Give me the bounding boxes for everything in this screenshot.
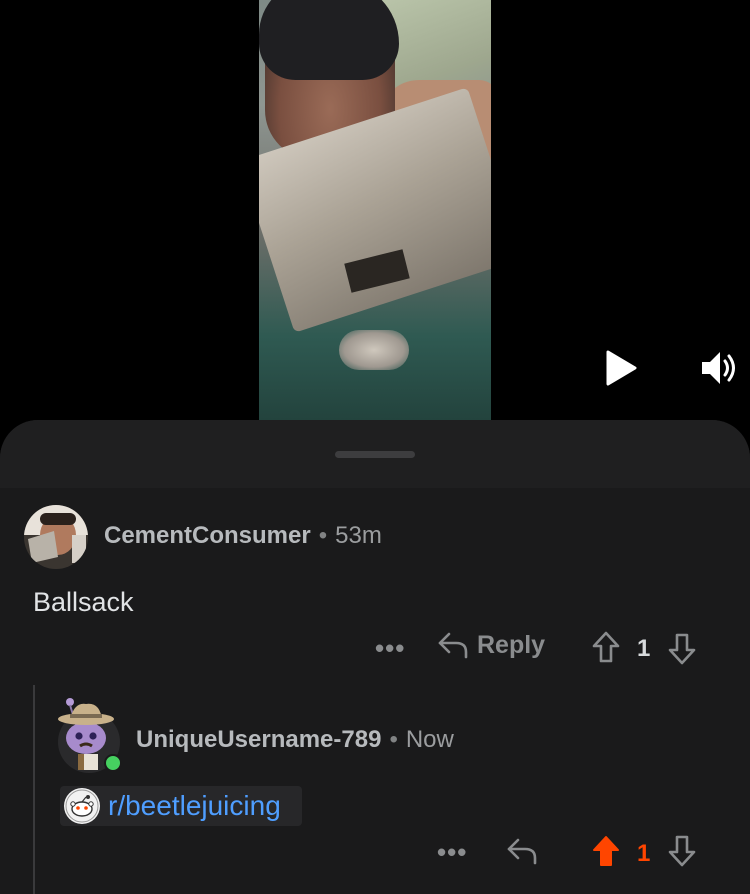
upvote-button[interactable] <box>591 630 621 664</box>
reply-arrow-icon <box>438 632 468 659</box>
video-debris <box>339 330 409 370</box>
comment-timestamp: Now <box>405 726 454 753</box>
more-options-button[interactable]: ••• <box>375 633 405 664</box>
downvote-arrow-icon <box>668 633 696 665</box>
comment-meta: UniqueUsername-789 • Now <box>136 726 454 754</box>
volume-button[interactable] <box>700 348 740 388</box>
comment-username[interactable]: CementConsumer <box>104 522 311 549</box>
upvote-arrow-icon-active <box>593 836 619 866</box>
downvote-arrow-icon <box>668 835 696 867</box>
volume-icon <box>702 352 735 384</box>
thread-line[interactable] <box>33 685 35 894</box>
reply-button[interactable] <box>506 836 538 866</box>
upvote-arrow-icon <box>592 631 620 663</box>
video-person-hair <box>259 0 399 80</box>
reddit-snoo-icon <box>64 788 100 824</box>
comment-timestamp: 53m <box>335 522 382 549</box>
vote-count: 1 <box>637 635 651 662</box>
comment-body: Ballsack <box>33 587 134 617</box>
vote-count: 1 <box>637 840 651 867</box>
reply-button[interactable]: Reply <box>437 630 545 660</box>
meta-separator: • <box>318 522 328 549</box>
reply-label: Reply <box>477 630 546 659</box>
subreddit-link-text[interactable]: r/beetlejuicing <box>108 790 281 822</box>
more-options-button[interactable]: ••• <box>437 837 467 868</box>
avatar[interactable] <box>56 696 122 774</box>
subreddit-link[interactable]: r/beetlejuicing <box>60 786 302 826</box>
comment-meta: CementConsumer • 53m <box>104 522 382 550</box>
online-status-badge <box>104 754 122 772</box>
play-button[interactable] <box>604 350 638 386</box>
play-icon <box>606 350 637 386</box>
video-frame[interactable] <box>259 0 491 420</box>
comment-username[interactable]: UniqueUsername-789 <box>136 726 381 753</box>
drag-handle[interactable] <box>335 451 415 458</box>
sheet-header <box>0 420 750 488</box>
downvote-button[interactable] <box>667 632 697 666</box>
downvote-button[interactable] <box>667 834 697 868</box>
meta-separator: • <box>389 726 398 753</box>
video-player[interactable] <box>0 0 750 420</box>
upvote-button[interactable] <box>591 834 621 868</box>
reply-arrow-icon <box>507 838 537 865</box>
user-avatar-photo <box>24 505 88 569</box>
avatar[interactable] <box>24 505 88 569</box>
